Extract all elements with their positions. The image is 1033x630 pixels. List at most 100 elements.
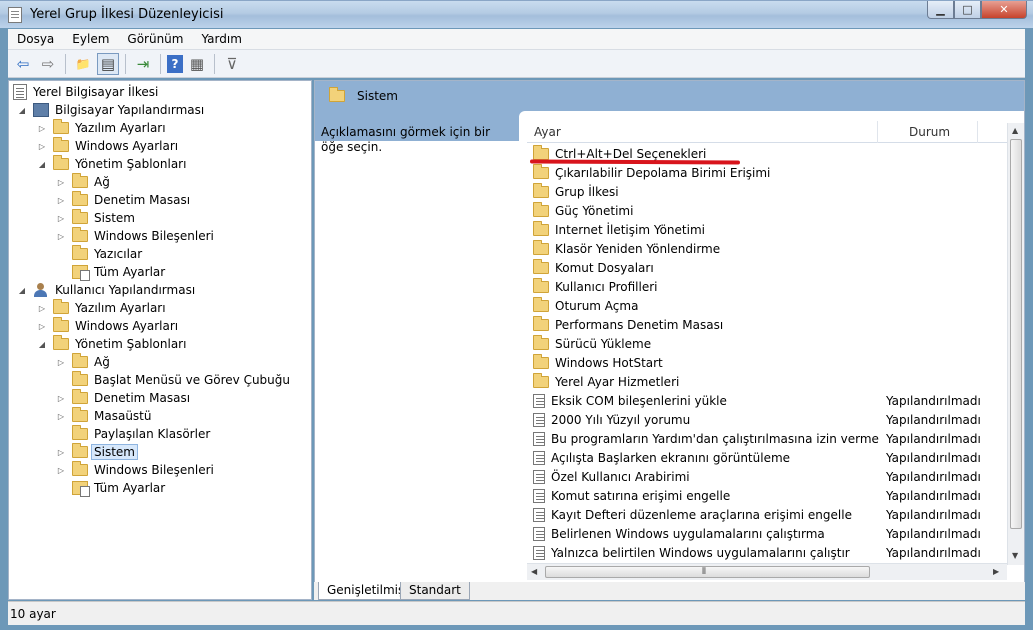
column-separator[interactable]: [877, 121, 878, 143]
policy-row[interactable]: Eksik COM bileşenlerini yükle Yapılandırı…: [527, 391, 1007, 410]
expand-arrow-icon[interactable]: ▷: [37, 321, 47, 331]
expand-arrow-icon[interactable]: ▷: [56, 447, 66, 457]
properties-icon[interactable]: ▦: [186, 53, 208, 75]
tree-item[interactable]: ▷ Windows Ayarları: [37, 137, 178, 155]
export-list-icon[interactable]: ⇥: [132, 53, 154, 75]
menu-gorunum[interactable]: Görünüm: [118, 32, 192, 46]
policy-name: Eksik COM bileşenlerini yükle: [551, 393, 727, 408]
expand-arrow-icon[interactable]: ▷: [56, 213, 66, 223]
expand-arrow-icon[interactable]: ▷: [56, 177, 66, 187]
list-item[interactable]: Yerel Ayar Hizmetleri: [527, 372, 1007, 391]
tab-extended[interactable]: Genişletilmiş: [318, 582, 414, 600]
maximize-button[interactable]: □: [954, 1, 981, 19]
expand-arrow-icon[interactable]: ▷: [37, 141, 47, 151]
tree-item[interactable]: ▷ Denetim Masası: [56, 191, 190, 209]
list-item[interactable]: Güç Yönetimi: [527, 201, 1007, 220]
column-setting[interactable]: Ayar: [534, 125, 561, 139]
collapse-arrow-icon[interactable]: ◢: [17, 285, 27, 295]
tree-item[interactable]: ◢ Yönetim Şablonları: [37, 155, 186, 173]
tree-label: Kullanıcı Yapılandırması: [55, 283, 196, 297]
policy-row[interactable]: Açılışta Başlarken ekranını görüntüleme Y…: [527, 448, 1007, 467]
list-item[interactable]: Oturum Açma: [527, 296, 1007, 315]
show-hide-tree-icon[interactable]: ▤: [97, 52, 119, 75]
list-item[interactable]: Klasör Yeniden Yönlendirme: [527, 239, 1007, 258]
forward-icon[interactable]: ⇨: [37, 53, 59, 75]
policy-setting-icon: [533, 488, 545, 503]
tree-item[interactable]: ▷ Windows Ayarları: [37, 317, 178, 335]
tree-item[interactable]: ▷ Masaüstü: [56, 407, 151, 425]
menu-dosya[interactable]: Dosya: [8, 32, 63, 46]
scroll-left-icon[interactable]: ◀: [531, 567, 537, 576]
list-item[interactable]: Çıkarılabilir Depolama Birimi Erişimi: [527, 163, 1007, 182]
expand-arrow-icon[interactable]: ▷: [56, 231, 66, 241]
policy-row[interactable]: Yalnızca belirtilen Windows uygulamaları…: [527, 543, 1007, 562]
tree-item[interactable]: ▷ Denetim Masası: [56, 389, 190, 407]
tree-item[interactable]: ◢ Yönetim Şablonları: [37, 335, 186, 353]
vertical-scrollbar[interactable]: ▲ ▼: [1007, 123, 1024, 565]
list-item[interactable]: Komut Dosyaları: [527, 258, 1007, 277]
list-item[interactable]: Kullanıcı Profilleri: [527, 277, 1007, 296]
close-button[interactable]: ✕: [981, 1, 1027, 19]
expand-arrow-icon[interactable]: ▷: [37, 123, 47, 133]
policy-row[interactable]: Belirlenen Windows uygulamalarını çalışt…: [527, 524, 1007, 543]
tree-item[interactable]: ▷ Ağ: [56, 353, 110, 371]
minimize-button[interactable]: ▁: [927, 1, 954, 19]
scroll-down-icon[interactable]: ▼: [1012, 551, 1018, 560]
collapse-arrow-icon[interactable]: ◢: [17, 105, 27, 115]
policy-row[interactable]: Özel Kullanıcı Arabirimi Yapılandırılmadı: [527, 467, 1007, 486]
tree-label: Denetim Masası: [94, 193, 191, 207]
tree-item[interactable]: ▷ Yazılım Ayarları: [37, 119, 166, 137]
tree-root[interactable]: Yerel Bilgisayar İlkesi: [13, 83, 158, 101]
tree-item[interactable]: ▷ Sistem: [56, 209, 135, 227]
tree-computer-config[interactable]: ◢ Bilgisayar Yapılandırması: [17, 101, 204, 119]
list-item[interactable]: Performans Denetim Masası: [527, 315, 1007, 334]
tree-item[interactable]: ▷ Ağ: [56, 173, 110, 191]
policy-row[interactable]: Bu programların Yardım'dan çalıştırılmas…: [527, 429, 1007, 448]
policy-icon: [13, 84, 27, 100]
policy-row[interactable]: Kayıt Defteri düzenleme araçlarına erişi…: [527, 505, 1007, 524]
up-folder-icon[interactable]: 📁: [72, 53, 94, 75]
policy-setting-icon: [533, 469, 545, 484]
tree-item[interactable]: Tüm Ayarlar: [72, 263, 165, 281]
folder-icon: [72, 389, 88, 404]
collapse-arrow-icon[interactable]: ◢: [37, 159, 47, 169]
tree-label: Tüm Ayarlar: [94, 265, 166, 279]
tree-item[interactable]: Tüm Ayarlar: [72, 479, 165, 497]
tab-standard[interactable]: Standart: [400, 582, 470, 600]
expand-arrow-icon[interactable]: ▷: [37, 303, 47, 313]
menu-eylem[interactable]: Eylem: [63, 32, 118, 46]
scroll-up-icon[interactable]: ▲: [1012, 126, 1018, 135]
expand-arrow-icon[interactable]: ▷: [56, 195, 66, 205]
help-icon[interactable]: ?: [167, 54, 183, 73]
policy-row[interactable]: Komut satırına erişimi engelle Yapılandır…: [527, 486, 1007, 505]
filter-icon[interactable]: ⊽: [221, 53, 243, 75]
scroll-thumb[interactable]: [1010, 139, 1022, 529]
collapse-arrow-icon[interactable]: ◢: [37, 339, 47, 349]
list-item[interactable]: Sürücü Yükleme: [527, 334, 1007, 353]
column-separator[interactable]: [977, 121, 978, 143]
list-item[interactable]: Ctrl+Alt+Del Seçenekleri: [527, 144, 1007, 165]
horizontal-scrollbar[interactable]: ◀ ⦀ ▶: [527, 563, 1007, 580]
tree-user-config[interactable]: ◢ Kullanıcı Yapılandırması: [17, 281, 195, 299]
tree-label: Denetim Masası: [94, 391, 191, 405]
expand-arrow-icon[interactable]: ▷: [56, 465, 66, 475]
tree-item-selected[interactable]: ▷ Sistem: [56, 443, 138, 461]
tree-item[interactable]: Paylaşılan Klasörler: [72, 425, 210, 443]
list-item[interactable]: Windows HotStart: [527, 353, 1007, 372]
column-state[interactable]: Durum: [909, 125, 950, 139]
tree-item[interactable]: Yazıcılar: [72, 245, 142, 263]
back-icon[interactable]: ⇦: [12, 53, 34, 75]
policy-row[interactable]: 2000 Yılı Yüzyıl yorumu Yapılandırılmadı: [527, 410, 1007, 429]
scroll-right-icon[interactable]: ▶: [993, 567, 999, 576]
tree-item[interactable]: ▷ Windows Bileşenleri: [56, 461, 214, 479]
menu-yardim[interactable]: Yardım: [192, 32, 250, 46]
tree-item[interactable]: ▷ Windows Bileşenleri: [56, 227, 214, 245]
tree-item[interactable]: ▷ Yazılım Ayarları: [37, 299, 166, 317]
expand-arrow-icon[interactable]: ▷: [56, 357, 66, 367]
list-item[interactable]: Grup İlkesi: [527, 182, 1007, 201]
tree-item[interactable]: Başlat Menüsü ve Görev Çubuğu: [72, 371, 290, 389]
expand-arrow-icon[interactable]: ▷: [56, 393, 66, 403]
scroll-thumb[interactable]: ⦀: [545, 566, 870, 578]
expand-arrow-icon[interactable]: ▷: [56, 411, 66, 421]
list-item[interactable]: Internet İletişim Yönetimi: [527, 220, 1007, 239]
